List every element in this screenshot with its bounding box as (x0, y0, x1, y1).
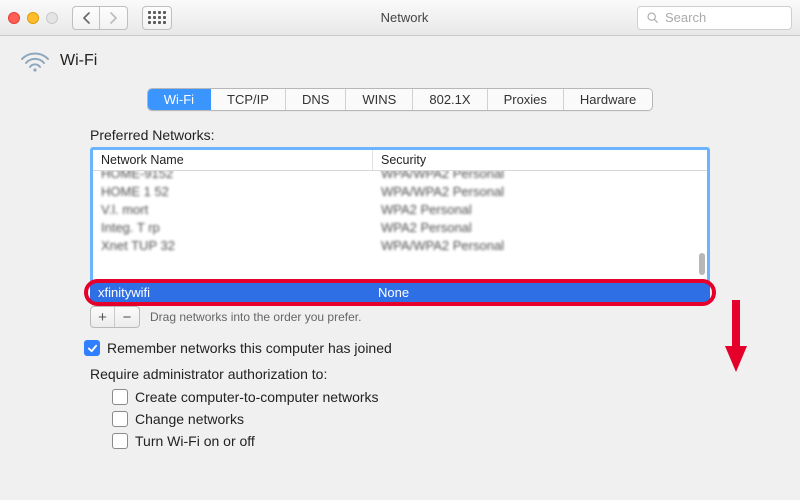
tab-wins[interactable]: WINS (346, 89, 413, 110)
add-network-button[interactable]: + (91, 307, 115, 327)
search-placeholder: Search (665, 10, 706, 25)
preferred-networks-label: Preferred Networks: (90, 127, 710, 143)
require-toggle-wifi-checkbox[interactable]: Turn Wi-Fi on or off (112, 430, 710, 452)
nav-buttons (72, 6, 128, 30)
selected-network-security: None (370, 285, 710, 300)
page-title: Wi-Fi (60, 52, 97, 70)
close-window-icon[interactable] (8, 12, 20, 24)
remove-network-button[interactable]: − (115, 307, 139, 327)
checkbox-icon (112, 389, 128, 405)
require-auth-options: Create computer-to-computer networks Cha… (112, 386, 710, 452)
selected-network-row[interactable]: xfinitywifi None (90, 283, 710, 302)
remember-networks-label: Remember networks this computer has join… (107, 340, 392, 356)
list-item[interactable]: HOME 1 52 WPA/WPA2 Personal (93, 183, 707, 201)
minus-icon: − (123, 309, 132, 326)
require-change-networks-label: Change networks (135, 408, 244, 430)
require-toggle-wifi-label: Turn Wi-Fi on or off (135, 430, 255, 452)
show-all-button[interactable] (142, 6, 172, 30)
minimize-window-icon[interactable] (27, 12, 39, 24)
checkbox-icon (84, 340, 100, 356)
list-body[interactable]: HOME-9152 WPA/WPA2 Personal HOME 1 52 WP… (93, 171, 707, 281)
checkbox-icon (112, 411, 128, 427)
tab-8021x[interactable]: 802.1X (413, 89, 487, 110)
selected-network-name: xfinitywifi (90, 285, 370, 300)
zoom-window-icon (46, 12, 58, 24)
list-item[interactable]: Integ. T rp WPA2 Personal (93, 219, 707, 237)
forward-button[interactable] (100, 6, 128, 30)
main-content: Preferred Networks: Network Name Securit… (0, 113, 800, 452)
scrollbar[interactable] (699, 173, 705, 279)
list-item[interactable]: V.l. mort WPA2 Personal (93, 201, 707, 219)
plus-icon: + (98, 309, 107, 326)
scroll-thumb[interactable] (699, 253, 705, 275)
add-remove-buttons: + − (90, 306, 140, 328)
require-change-networks-checkbox[interactable]: Change networks (112, 408, 710, 430)
tab-proxies[interactable]: Proxies (488, 89, 564, 110)
column-security[interactable]: Security (373, 150, 707, 170)
preferred-networks-group: Network Name Security HOME-9152 WPA/WPA2… (90, 147, 710, 302)
column-network-name[interactable]: Network Name (93, 150, 373, 170)
preferred-networks-list[interactable]: Network Name Security HOME-9152 WPA/WPA2… (90, 147, 710, 284)
back-button[interactable] (72, 6, 100, 30)
search-input[interactable]: Search (637, 6, 792, 30)
down-arrow-annotation (725, 300, 747, 372)
wifi-icon (20, 50, 50, 72)
remember-networks-checkbox[interactable]: Remember networks this computer has join… (84, 340, 704, 356)
traffic-lights (8, 12, 58, 24)
add-remove-bar: + − Drag networks into the order you pre… (90, 306, 710, 328)
list-item[interactable]: HOME-9152 WPA/WPA2 Personal (93, 171, 707, 183)
window-title: Network (180, 10, 629, 25)
search-icon (646, 11, 659, 24)
require-create-network-checkbox[interactable]: Create computer-to-computer networks (112, 386, 710, 408)
tab-hardware[interactable]: Hardware (564, 89, 652, 110)
tab-tcpip[interactable]: TCP/IP (211, 89, 286, 110)
grid-icon (148, 11, 166, 24)
require-auth-label: Require administrator authorization to: (90, 366, 710, 382)
titlebar: Network Search (0, 0, 800, 36)
tab-dns[interactable]: DNS (286, 89, 346, 110)
tabs-bar: Wi-Fi TCP/IP DNS WINS 802.1X Proxies Har… (0, 88, 800, 111)
checkbox-icon (112, 433, 128, 449)
pane-header: Wi-Fi (0, 36, 800, 84)
drag-hint: Drag networks into the order you prefer. (150, 310, 361, 324)
list-item[interactable]: Xnet TUP 32 WPA/WPA2 Personal (93, 237, 707, 255)
list-header: Network Name Security (93, 150, 707, 171)
require-create-network-label: Create computer-to-computer networks (135, 386, 379, 408)
tab-wifi[interactable]: Wi-Fi (148, 89, 211, 110)
